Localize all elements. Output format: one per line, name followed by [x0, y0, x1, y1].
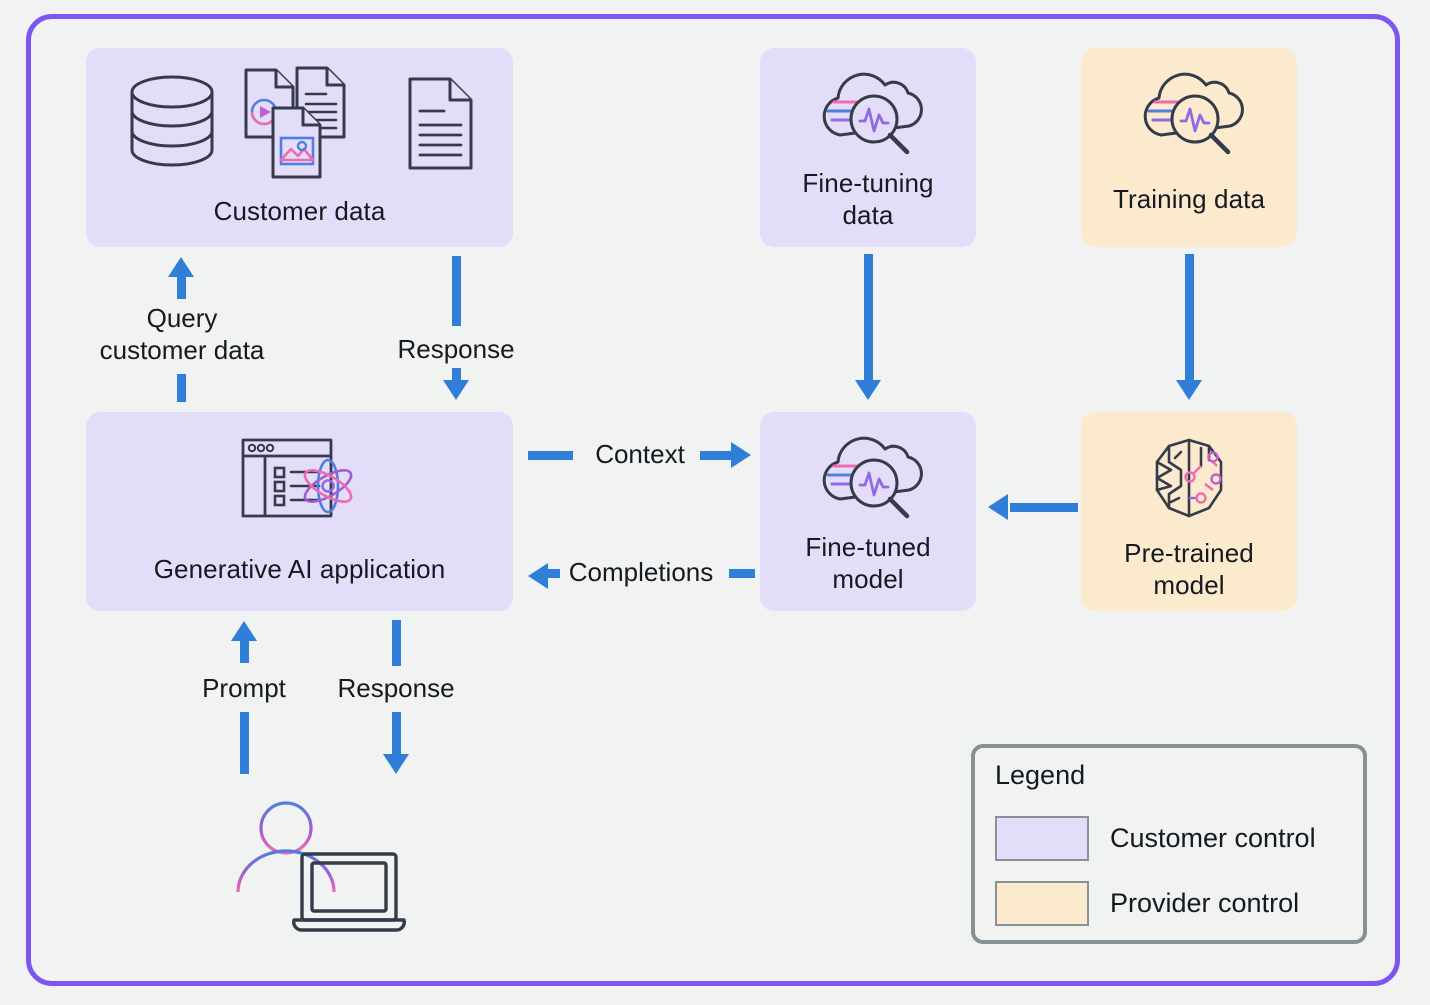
legend-swatch-customer-control	[995, 816, 1089, 861]
arrow-response-bottom-upper	[392, 620, 401, 666]
arrow-head-pretrained-to-finetuned	[988, 494, 1008, 520]
pretrained-model-icon-group	[1141, 432, 1237, 524]
arrow-head-training-to-model	[1176, 380, 1202, 400]
legend-title: Legend	[995, 760, 1086, 790]
edge-label-response-bottom: Response	[337, 673, 455, 703]
node-label: Fine-tuning data	[802, 168, 934, 230]
arrow-finetuning-to-model-line	[864, 254, 873, 382]
diagram-canvas: Customer data Fine-tuning data Training …	[0, 0, 1430, 1005]
cloud-analytics-icon	[822, 436, 923, 519]
arrow-head-context	[731, 442, 751, 468]
node-finetuning-data[interactable]: Fine-tuning data	[760, 48, 976, 247]
arrow-query-customer-data-lower	[177, 374, 186, 402]
person-head	[259, 801, 313, 855]
legend-panel: Legend Customer control Provider control	[971, 744, 1367, 944]
node-pretrained-model[interactable]: Pre-trained model	[1081, 412, 1297, 611]
arrow-head-query-customer-data	[168, 257, 194, 277]
node-label: Generative AI application	[153, 554, 446, 584]
arrow-head-response-top	[443, 380, 469, 400]
brain-circuit-icon	[1155, 438, 1223, 518]
arrow-head-finetuning-to-model	[855, 380, 881, 400]
laptop-icon	[292, 852, 406, 932]
arrow-response-bottom-lower	[392, 712, 401, 756]
edge-label-response-top: Response	[397, 334, 515, 364]
edge-label-query-customer-data: Query customer data	[99, 303, 265, 365]
legend-swatch-provider-control	[995, 881, 1089, 926]
document-icon	[408, 77, 472, 170]
database-icon	[130, 75, 213, 167]
genai-app-icon-group	[239, 434, 361, 526]
arrow-head-prompt	[231, 621, 257, 641]
node-label: Customer data	[213, 196, 386, 226]
arrow-prompt-upper	[240, 641, 249, 663]
node-finetuned-model[interactable]: Fine-tuned model	[760, 412, 976, 611]
cloud-analytics-icon	[1143, 72, 1244, 155]
arrow-response-top-upper	[452, 256, 461, 326]
arrow-pretrained-to-finetuned-line	[1010, 503, 1078, 512]
finetuned-model-icon-group	[812, 428, 924, 526]
legend-label: Customer control	[1110, 823, 1316, 853]
arrow-prompt-lower	[240, 712, 249, 774]
cloud-analytics-icon	[822, 72, 923, 155]
app-window-atom-icon	[241, 438, 352, 518]
arrow-query-customer-data-upper	[177, 277, 186, 299]
arrow-completions-right-stub	[729, 569, 755, 578]
legend-item-provider-control: Provider control	[995, 881, 1299, 926]
legend-item-customer-control: Customer control	[995, 816, 1316, 861]
edge-label-completions: Completions	[568, 557, 714, 587]
training-data-icon-group	[1133, 64, 1245, 162]
node-label: Training data	[1112, 184, 1266, 214]
edge-label-context: Context	[595, 439, 685, 469]
node-customer-data[interactable]: Customer data	[86, 48, 513, 247]
arrow-head-response-bottom	[383, 754, 409, 774]
person-body	[236, 849, 336, 893]
finetuning-data-icon-group	[812, 64, 924, 162]
legend-label: Provider control	[1110, 888, 1300, 918]
arrow-context-left-stub	[528, 451, 573, 460]
multi-document-icon	[244, 66, 345, 179]
arrow-training-to-model-line	[1185, 254, 1194, 382]
actor-user-with-laptop	[232, 796, 432, 948]
node-genai-application[interactable]: Generative AI application	[86, 412, 513, 611]
node-training-data[interactable]: Training data	[1081, 48, 1297, 247]
customer-data-icon-group	[124, 64, 476, 182]
node-label: Pre-trained model	[1124, 538, 1254, 600]
node-label: Fine-tuned model	[805, 532, 931, 594]
arrow-head-completions	[528, 563, 548, 589]
